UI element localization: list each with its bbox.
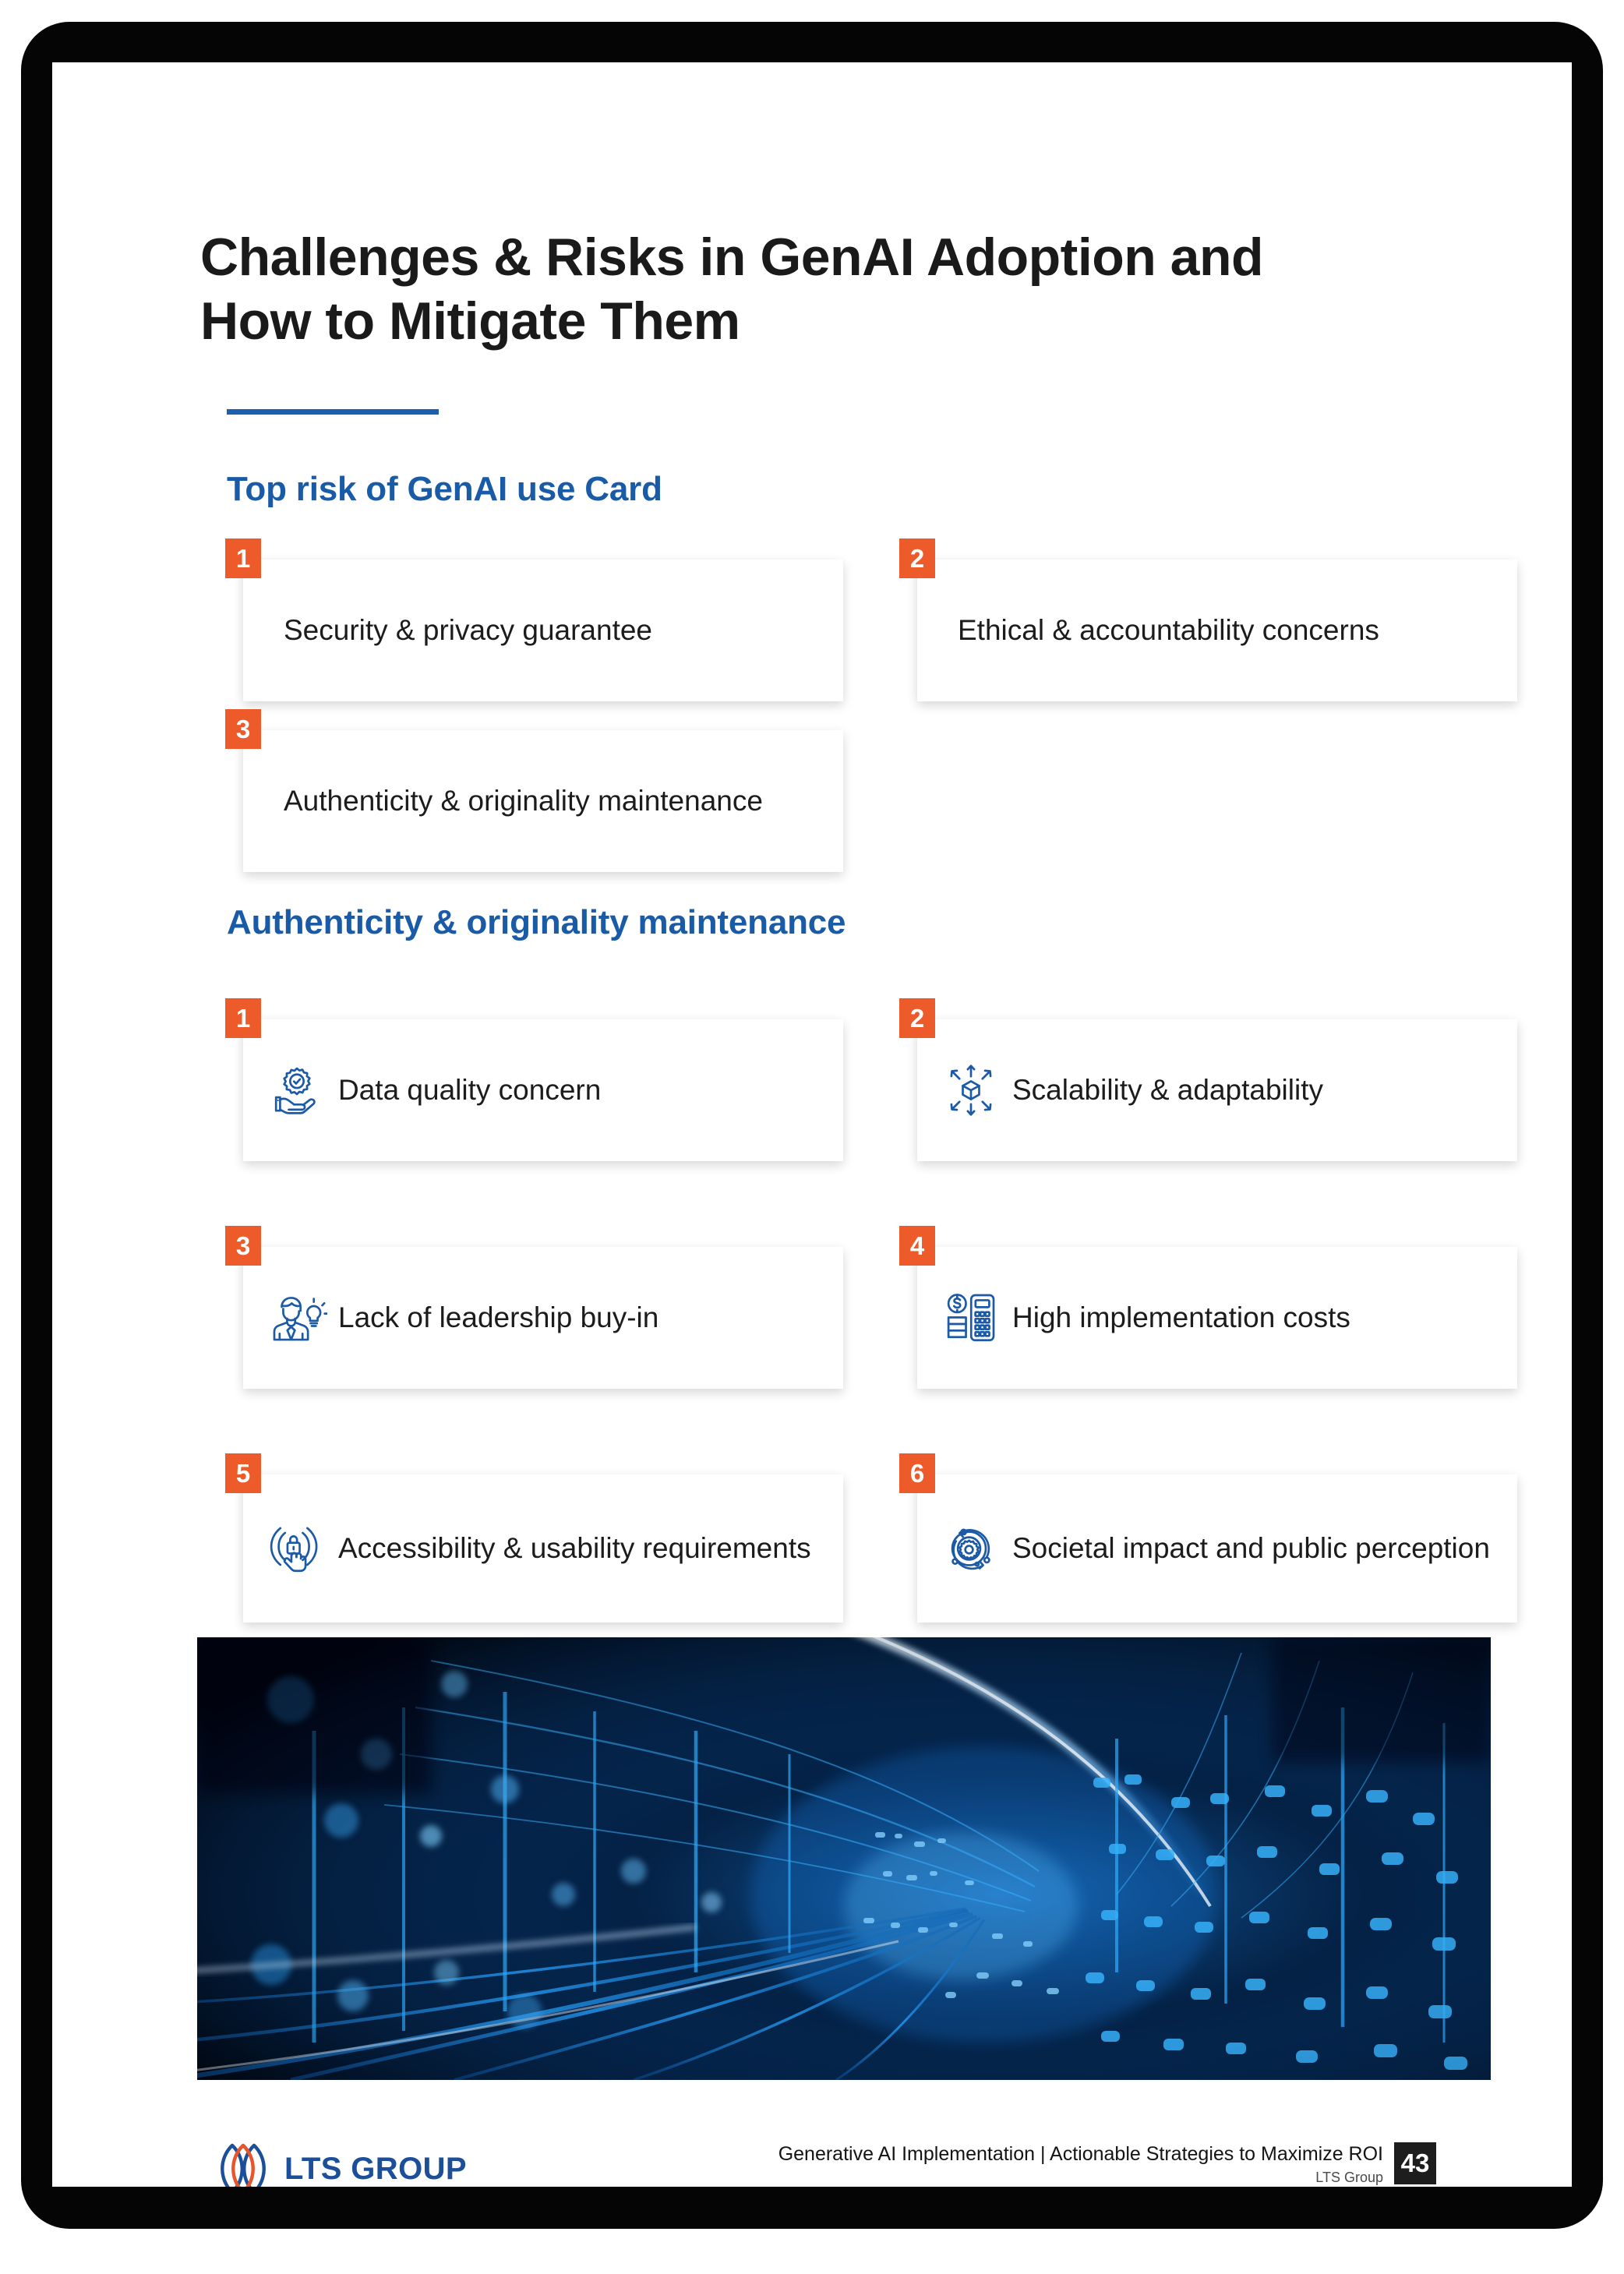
brand-logo: LTS GROUP [214, 2141, 467, 2187]
slide-page: Challenges & Risks in GenAI Adoption and… [52, 62, 1572, 2187]
authenticity-card-1-number: 1 [225, 998, 261, 1038]
authenticity-card-1-label: Data quality concern [338, 1073, 602, 1106]
risk-card-3-body: Authenticity & originality maintenance [243, 782, 843, 820]
risk-card-3-label: Authenticity & originality maintenance [284, 784, 763, 817]
businessman-lightbulb-icon [267, 1287, 327, 1348]
risk-card-1-number: 1 [225, 538, 261, 578]
hand-holding-gear-check-icon [267, 1060, 327, 1121]
authenticity-card-4-body: High implementation costs [917, 1287, 1517, 1348]
title-underline-accent [227, 409, 439, 415]
authenticity-card-1-body: Data quality concern [243, 1060, 843, 1121]
footer-meta: Generative AI Implementation | Actionabl… [778, 2142, 1436, 2186]
section-heading-top-risk: Top risk of GenAI use Card [227, 470, 662, 508]
authenticity-card-4[interactable]: 4 High implementation costs [899, 1226, 1517, 1389]
risk-card-2-number: 2 [899, 538, 935, 578]
page-number-badge: 43 [1394, 2142, 1436, 2184]
authenticity-card-6-label: Societal impact and public perception [1012, 1531, 1490, 1564]
authenticity-card-4-label: High implementation costs [1012, 1301, 1350, 1333]
authenticity-card-3[interactable]: 3 Lack of leadership buy-in [225, 1226, 843, 1389]
slide-footer: LTS GROUP Generative AI Implementation |… [52, 2131, 1572, 2187]
hero-image-digital-data-stream [197, 1637, 1491, 2080]
authenticity-card-2-body: Scalability & adaptability [917, 1060, 1517, 1121]
risk-card-1-body: Security & privacy guarantee [243, 612, 843, 649]
brand-logo-text: LTS GROUP [284, 2151, 467, 2186]
authenticity-card-2[interactable]: 2 Scalability & adaptability [899, 998, 1517, 1161]
footer-deck-title: Generative AI Implementation | Actionabl… [778, 2143, 1383, 2165]
tap-touch-ripple-icon [267, 1518, 327, 1579]
cube-expand-arrows-icon [941, 1060, 1001, 1121]
risk-card-3-number: 3 [225, 709, 261, 749]
authenticity-card-3-label: Lack of leadership buy-in [338, 1301, 659, 1333]
page-title-line-1: Challenges & Risks in GenAI Adoption and [200, 228, 1264, 287]
footer-company-name: LTS Group [1315, 2169, 1383, 2185]
authenticity-card-3-number: 3 [225, 1226, 261, 1266]
page-title-line-2: How to Mitigate Them [200, 291, 740, 351]
footer-meta-text: Generative AI Implementation | Actionabl… [778, 2142, 1383, 2186]
risk-card-2-label: Ethical & accountability concerns [958, 613, 1379, 646]
authenticity-card-5-body: Accessibility & usability requirements [243, 1518, 843, 1579]
authenticity-card-2-number: 2 [899, 998, 935, 1038]
authenticity-card-5-number: 5 [225, 1453, 261, 1493]
authenticity-card-5[interactable]: 5 Accessibility & usability requirements [225, 1453, 843, 1623]
authenticity-card-2-label: Scalability & adaptability [1012, 1073, 1323, 1106]
authenticity-card-1[interactable]: 1 Data quality concern [225, 998, 843, 1161]
lts-group-logo-icon [214, 2141, 272, 2187]
authenticity-card-6-body: Societal impact and public perception [917, 1518, 1517, 1579]
authenticity-card-6-number: 6 [899, 1453, 935, 1493]
coins-calculator-icon [941, 1287, 1001, 1348]
authenticity-card-5-label: Accessibility & usability requirements [338, 1531, 811, 1564]
risk-card-1-label: Security & privacy guarantee [284, 613, 653, 646]
page-title: Challenges & Risks in GenAI Adoption and… [200, 226, 1478, 353]
gear-orbit-icon [941, 1518, 1001, 1579]
risk-card-3[interactable]: 3 Authenticity & originality maintenance [225, 709, 843, 872]
risk-card-1[interactable]: 1 Security & privacy guarantee [225, 538, 843, 701]
risk-card-2[interactable]: 2 Ethical & accountability concerns [899, 538, 1517, 701]
authenticity-card-6[interactable]: 6 Societal impact and public perception [899, 1453, 1517, 1623]
risk-card-2-body: Ethical & accountability concerns [917, 612, 1517, 649]
device-frame: Challenges & Risks in GenAI Adoption and… [21, 22, 1603, 2229]
section-heading-authenticity: Authenticity & originality maintenance [227, 903, 846, 941]
authenticity-card-4-number: 4 [899, 1226, 935, 1266]
authenticity-card-3-body: Lack of leadership buy-in [243, 1287, 843, 1348]
